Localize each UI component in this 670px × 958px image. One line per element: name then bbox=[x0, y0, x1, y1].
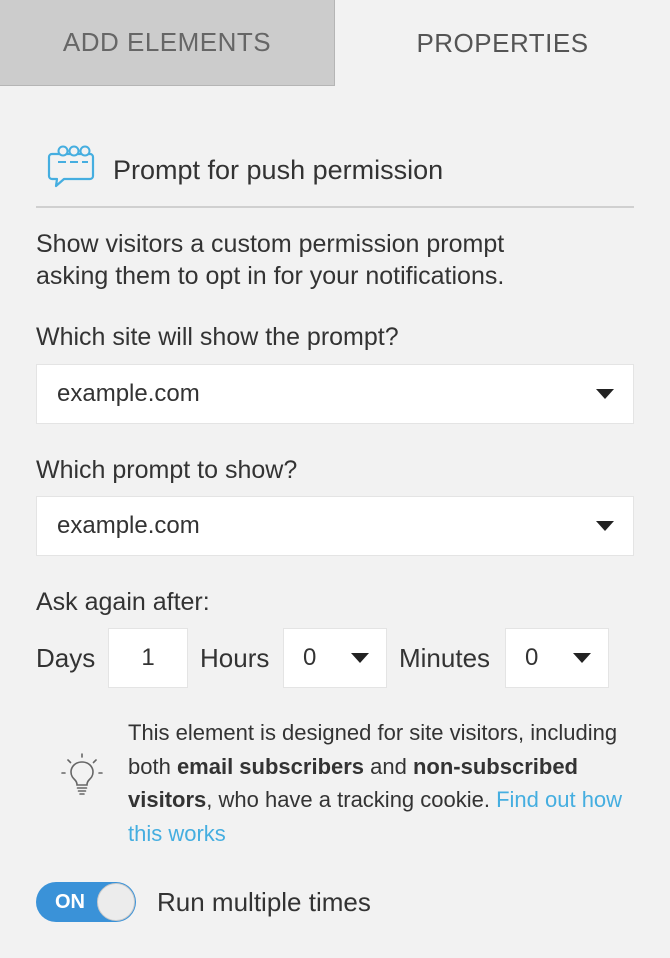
chevron-down-icon bbox=[573, 653, 591, 663]
hours-select[interactable]: 0 bbox=[283, 628, 387, 688]
lightbulb-icon bbox=[61, 753, 103, 795]
site-select[interactable]: example.com bbox=[36, 364, 634, 424]
info-bold-email-subscribers: email subscribers bbox=[176, 753, 365, 779]
chevron-down-icon bbox=[596, 389, 614, 399]
hours-label: Hours bbox=[200, 643, 270, 673]
tab-properties[interactable]: PROPERTIES bbox=[335, 0, 670, 86]
days-input[interactable]: 1 bbox=[108, 628, 188, 688]
site-field-label: Which site will show the prompt? bbox=[36, 323, 399, 351]
element-description: Show visitors a custom permission prompt… bbox=[36, 228, 636, 292]
minutes-select[interactable]: 0 bbox=[505, 628, 609, 688]
toggle-state-label: ON bbox=[55, 891, 85, 913]
description-line-2: asking them to opt in for your notificat… bbox=[36, 262, 505, 290]
site-select-value: example.com bbox=[57, 380, 200, 407]
tab-add-elements[interactable]: ADD ELEMENTS bbox=[0, 0, 335, 86]
tab-bar: ADD ELEMENTS PROPERTIES bbox=[0, 0, 670, 86]
chevron-down-icon bbox=[596, 521, 614, 531]
days-label: Days bbox=[36, 643, 96, 673]
ask-again-label: Ask again after: bbox=[36, 588, 210, 616]
hours-value: 0 bbox=[303, 644, 317, 671]
days-value: 1 bbox=[141, 644, 155, 671]
prompt-select-value: example.com bbox=[57, 512, 200, 539]
info-note: This element is designed for site visito… bbox=[128, 716, 628, 850]
minutes-value: 0 bbox=[525, 644, 539, 671]
description-line-1: Show visitors a custom permission prompt bbox=[36, 230, 505, 258]
chevron-down-icon bbox=[351, 653, 369, 663]
run-multiple-times-label: Run multiple times bbox=[157, 887, 371, 917]
prompt-select[interactable]: example.com bbox=[36, 496, 634, 556]
toggle-knob bbox=[97, 883, 135, 921]
prompt-field-label: Which prompt to show? bbox=[36, 456, 298, 484]
element-header: Prompt for push permission bbox=[36, 140, 634, 208]
element-title: Prompt for push permission bbox=[113, 155, 444, 185]
run-multiple-times-toggle[interactable]: ON bbox=[36, 882, 136, 922]
minutes-label: Minutes bbox=[399, 643, 491, 673]
info-text-2: and bbox=[364, 753, 413, 779]
chat-bubble-icon bbox=[47, 145, 95, 188]
info-text-3: , who have a tracking cookie. bbox=[206, 787, 497, 812]
